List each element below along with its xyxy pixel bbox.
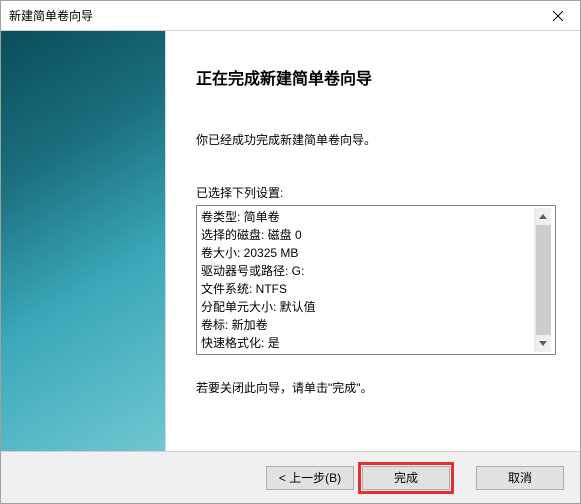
wizard-window: 新建简单卷向导 正在完成新建简单卷向导 你已经成功完成新建简单卷向导。 已选择下… — [0, 0, 581, 504]
chevron-down-icon — [539, 341, 547, 346]
window-title: 新建简单卷向导 — [1, 7, 535, 24]
settings-label: 已选择下列设置: — [196, 184, 556, 201]
wizard-side-graphic — [1, 31, 166, 451]
scrollbar[interactable] — [534, 208, 551, 352]
page-heading: 正在完成新建简单卷向导 — [196, 65, 556, 89]
intro-text: 你已经成功完成新建简单卷向导。 — [196, 131, 556, 148]
titlebar: 新建简单卷向导 — [1, 1, 580, 31]
back-button[interactable]: < 上一步(B) — [266, 466, 354, 490]
settings-lines: 卷类型: 简单卷 选择的磁盘: 磁盘 0 卷大小: 20325 MB 驱动器号或… — [201, 208, 534, 352]
close-icon — [553, 11, 563, 21]
body-area: 正在完成新建简单卷向导 你已经成功完成新建简单卷向导。 已选择下列设置: 卷类型… — [1, 31, 580, 451]
finish-button[interactable]: 完成 — [362, 466, 450, 490]
scroll-thumb[interactable] — [536, 225, 551, 335]
cancel-button[interactable]: 取消 — [476, 466, 564, 490]
content-panel: 正在完成新建简单卷向导 你已经成功完成新建简单卷向导。 已选择下列设置: 卷类型… — [166, 31, 580, 451]
settings-listbox[interactable]: 卷类型: 简单卷 选择的磁盘: 磁盘 0 卷大小: 20325 MB 驱动器号或… — [196, 205, 556, 355]
close-button[interactable] — [535, 1, 580, 30]
chevron-up-icon — [539, 214, 547, 219]
scroll-down-button[interactable] — [535, 335, 552, 352]
footer: < 上一步(B) 完成 取消 — [1, 451, 580, 503]
scroll-up-button[interactable] — [535, 208, 552, 225]
closing-text: 若要关闭此向导，请单击"完成"。 — [196, 379, 556, 396]
